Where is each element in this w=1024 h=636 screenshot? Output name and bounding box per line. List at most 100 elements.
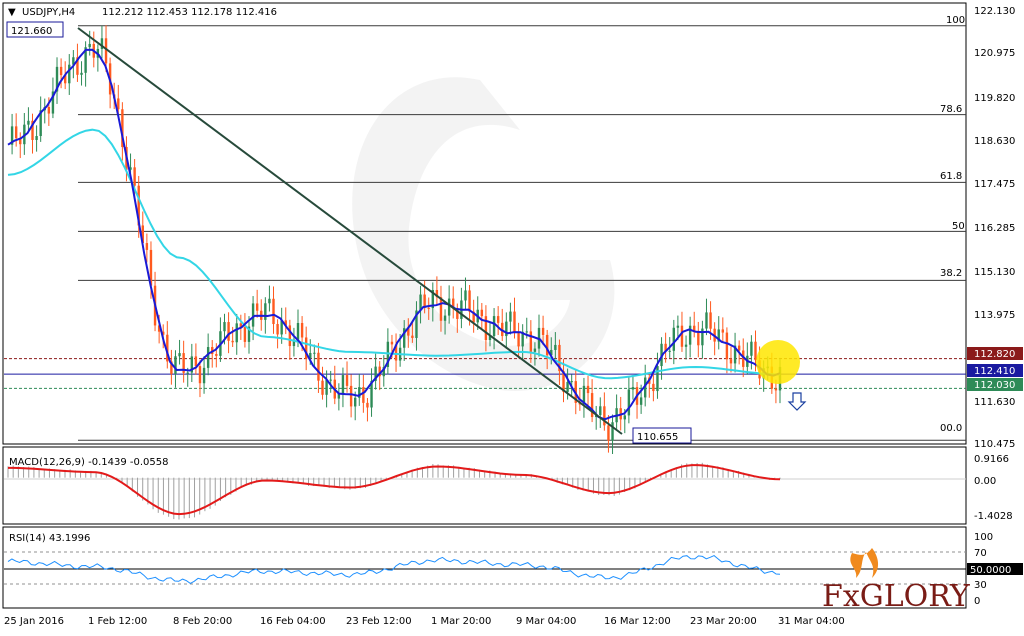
candle-body [296,322,300,340]
candle-body [300,322,304,338]
candle-body [68,64,71,84]
candle-body [656,366,659,392]
candle-body [599,406,602,416]
candle-body [27,120,30,125]
rsi-tick: 0 [974,596,980,607]
candle-body [272,298,275,325]
logo-text: FxGLORY [822,579,971,614]
candle-body [468,290,471,312]
price-tick: 120.975 [974,48,1015,59]
candle-body [104,38,108,64]
rsi-tick: 70 [974,548,987,559]
candle-body [533,348,537,352]
candle-body [313,352,316,354]
candle-body [729,359,733,364]
candle-body [680,325,684,347]
rsi-tick: 30 [974,580,987,591]
candle-body [366,402,369,408]
candle-body [186,372,189,374]
time-tick: 1 Feb 12:00 [88,616,147,627]
candle-body [345,375,349,386]
candle-body [652,383,655,392]
price-tick: 118.630 [974,136,1015,147]
macd-tick: 0.9166 [974,454,1009,465]
candle-body [47,106,51,114]
candle-body [668,350,671,352]
rsi-label: RSI(14) 43.1996 [9,533,90,544]
candle-body [631,387,635,390]
candle-body [390,341,394,345]
candle-body [517,333,520,347]
time-tick: 25 Jan 2016 [4,616,64,627]
candle-body [737,345,741,351]
resistance-tag-label: 112.820 [974,349,1015,360]
candle-body [321,380,324,395]
candle-body [231,340,234,343]
macd-tick: 0.00 [974,476,996,487]
time-tick: 16 Feb 04:00 [260,616,326,627]
candle-body [362,387,365,403]
candle-body [513,311,516,334]
candle-body [353,397,357,407]
time-tick: 23 Feb 12:00 [346,616,412,627]
high-box-label: 121.660 [11,26,52,37]
price-tick: 111.630 [974,397,1015,408]
candle-body [243,326,247,342]
low-box-label: 110.655 [637,432,678,443]
candle-body [541,327,545,335]
candle-body [227,322,230,341]
time-tick: 23 Mar 20:00 [690,616,757,627]
candle-body [623,415,626,420]
candle-body [496,316,500,323]
rsi-tick: 50.0000 [970,565,1011,576]
candle-body [464,290,467,301]
highlight-circle [756,340,800,384]
candle-body [215,354,218,356]
price-tick: 110.475 [974,439,1015,450]
candle-body [492,316,496,337]
current-price-tag-label: 112.410 [974,366,1015,377]
candle-body [255,303,259,311]
candle-body [59,66,63,76]
candle-body [349,385,353,407]
candle-body [447,298,451,316]
fib-label-50: 50 [952,221,965,232]
fib-label-00-0: 00.0 [940,423,962,434]
candle-body [341,375,345,394]
candle-body [268,298,271,304]
candle-body [206,347,210,368]
ohlc-values: 112.212 112.453 112.178 112.416 [102,7,277,18]
candle-body [14,126,18,139]
candle-body [288,325,292,347]
time-tick: 31 Mar 04:00 [778,616,845,627]
price-tick: 122.130 [974,6,1015,17]
usdjpy-chart: ▼ USDJPY,H4 112.212 112.453 112.178 112.… [2,2,1023,627]
candle-body [529,331,533,352]
candle-body [317,352,320,381]
candle-body [586,385,590,394]
macd-tick: -1.4028 [974,511,1013,522]
candle-body [509,311,512,322]
candle-body [174,356,177,374]
price-tick: 113.975 [974,310,1015,321]
price-tick: 115.130 [974,267,1015,278]
candle-body [611,422,614,441]
candle-body [35,136,38,141]
support-tag-label: 112.030 [974,380,1015,391]
candle-body [721,329,725,333]
candle-body [329,379,332,381]
macd-label: MACD(12,26,9) -0.1439 -0.0558 [9,457,169,468]
candle-body [88,43,91,48]
candle-body [627,389,631,416]
candle-body [223,322,226,332]
candle-body [525,331,528,333]
price-tick: 119.820 [974,93,1015,104]
candle-body [80,72,83,75]
candle-body [276,324,279,335]
candle-body [705,312,708,329]
candle-body [639,397,643,405]
time-tick: 1 Mar 20:00 [431,616,491,627]
candle-body [672,327,675,351]
candle-body [754,341,757,361]
candle-body [774,388,778,391]
